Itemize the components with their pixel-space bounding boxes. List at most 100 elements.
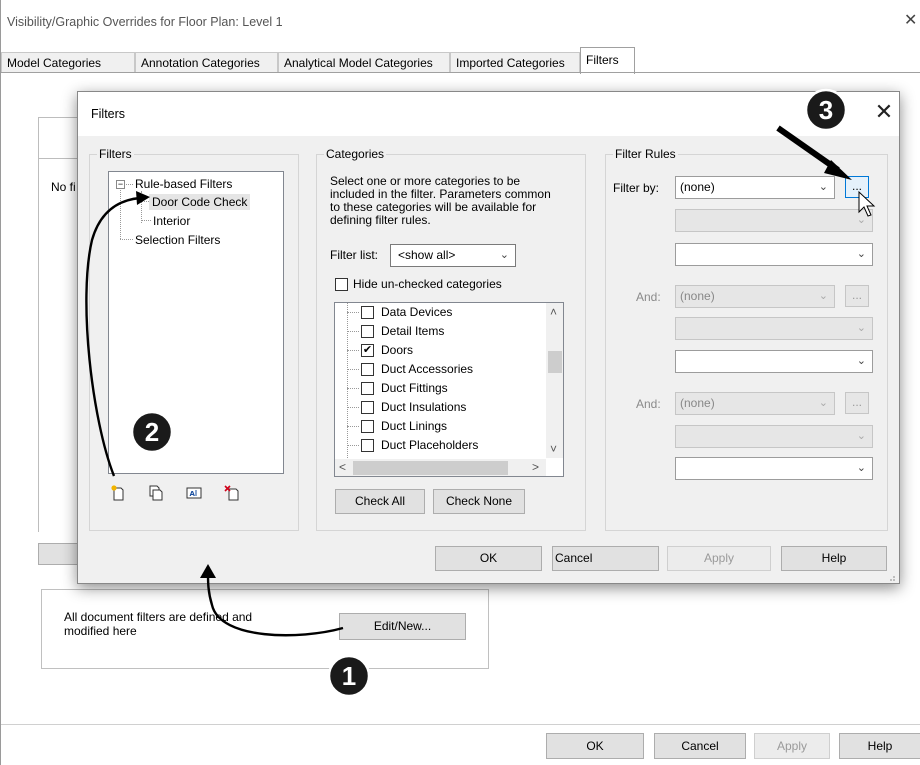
duplicate-filter-icon[interactable]	[148, 485, 164, 501]
and-value-select-1[interactable]: ⌄	[675, 350, 873, 373]
tree-selection-filters[interactable]: Selection Filters	[135, 232, 220, 248]
and-dots-button-1[interactable]: ...	[845, 285, 869, 307]
rename-filter-icon[interactable]: A	[186, 485, 202, 501]
edit-new-button[interactable]: Edit/New...	[339, 613, 466, 640]
tab-analytical-model-categories[interactable]: Analytical Model Categories	[278, 52, 450, 73]
tree-line	[347, 331, 359, 332]
list-item[interactable]: Duct Insulations	[335, 398, 545, 417]
filter-operator-select[interactable]: ⌄	[675, 209, 873, 232]
category-checkbox[interactable]	[361, 325, 374, 338]
tree-line	[120, 190, 121, 239]
filter-by-label: Filter by:	[613, 181, 660, 195]
filter-by-select[interactable]: (none) ⌄	[675, 176, 835, 199]
filter-rules-group-label: Filter Rules	[613, 147, 678, 161]
scroll-down-icon[interactable]: ˅	[550, 442, 557, 456]
check-all-button[interactable]: Check All	[335, 489, 425, 514]
dialog-cancel-button[interactable]: Cancel	[552, 546, 659, 571]
and-label-2: And:	[636, 397, 661, 411]
and-select-2[interactable]: (none) ⌄	[675, 392, 835, 415]
and-select-1[interactable]: (none) ⌄	[675, 285, 835, 308]
tab-filters[interactable]: Filters	[580, 47, 635, 74]
document-filters-description: All document filters are defined and mod…	[64, 610, 253, 638]
category-label: Duct Placeholders	[381, 438, 479, 452]
delete-filter-icon[interactable]	[224, 485, 240, 501]
category-tabs: Model Categories Annotation Categories A…	[1, 47, 920, 74]
tree-line	[347, 426, 359, 427]
outer-cancel-button[interactable]: Cancel	[654, 733, 746, 759]
dialog-help-button[interactable]: Help	[781, 546, 887, 571]
tab-imported-categories[interactable]: Imported Categories	[450, 52, 580, 73]
category-checkbox[interactable]	[361, 420, 374, 433]
filter-list-select[interactable]: <show all> ⌄	[390, 244, 516, 267]
filters-group-label: Filters	[97, 147, 134, 161]
svg-text:2: 2	[145, 417, 159, 447]
list-item[interactable]: ✔ Doors	[335, 341, 545, 360]
tree-item-interior[interactable]: Interior	[153, 213, 190, 229]
list-item[interactable]: Data Devices	[335, 303, 545, 322]
vertical-scrollbar[interactable]: ˄ ˅	[546, 303, 563, 458]
outer-help-button[interactable]: Help	[839, 733, 920, 759]
outer-apply-button[interactable]: Apply	[754, 733, 830, 759]
tab-annotation-categories[interactable]: Annotation Categories	[135, 52, 278, 73]
category-checkbox[interactable]	[361, 306, 374, 319]
chevron-down-icon: ⌄	[856, 214, 866, 226]
and-value-2: (none)	[680, 396, 715, 410]
chevron-down-icon: ⌄	[856, 462, 866, 474]
filter-list-label: Filter list:	[330, 248, 378, 262]
list-item[interactable]: Duct Accessories	[335, 360, 545, 379]
scroll-thumb[interactable]	[548, 351, 562, 373]
and-operator-select-1[interactable]: ⌄	[675, 317, 873, 340]
category-checkbox[interactable]	[361, 382, 374, 395]
check-none-button[interactable]: Check None	[433, 489, 525, 514]
category-checkbox[interactable]	[361, 363, 374, 376]
filter-by-dots-button[interactable]: ...	[845, 176, 869, 198]
categories-list[interactable]: Data Devices Detail Items ✔ Doors Duct A…	[334, 302, 564, 477]
dialog-apply-button[interactable]: Apply	[667, 546, 771, 571]
resize-grip-icon[interactable]	[886, 572, 896, 582]
category-label: Doors	[381, 343, 414, 357]
no-filters-text: No fi	[51, 180, 76, 194]
list-item[interactable]: Duct Fittings	[335, 379, 545, 398]
tree-line	[120, 239, 133, 240]
categories-group-label: Categories	[324, 147, 387, 161]
outer-ok-button[interactable]: OK	[546, 733, 644, 759]
list-item[interactable]: Duct Linings	[335, 417, 545, 436]
and-operator-select-2[interactable]: ⌄	[675, 425, 873, 448]
tree-line	[141, 220, 151, 221]
filter-value-select[interactable]: ⌄	[675, 243, 873, 266]
filters-table-border	[38, 117, 39, 532]
chevron-down-icon: ⌄	[856, 355, 866, 367]
category-checkbox[interactable]	[361, 401, 374, 414]
tab-divider	[1, 72, 920, 73]
horizontal-scrollbar[interactable]: < >	[335, 459, 546, 476]
and-dots-button-2[interactable]: ...	[845, 392, 869, 414]
scroll-right-icon[interactable]: >	[532, 460, 539, 474]
category-label: Detail Items	[381, 324, 445, 338]
scroll-left-icon[interactable]: <	[339, 460, 346, 474]
tree-rule-based-filters[interactable]: Rule-based Filters	[135, 176, 232, 192]
scroll-up-icon[interactable]: ˄	[550, 305, 557, 319]
list-item[interactable]: Duct Placeholders	[335, 436, 545, 455]
svg-text:A: A	[190, 490, 196, 498]
category-checkbox[interactable]: ✔	[361, 344, 374, 357]
collapse-icon[interactable]: −	[116, 180, 125, 189]
window-close-icon[interactable]: ✕	[904, 10, 920, 30]
tab-model-categories[interactable]: Model Categories	[1, 52, 135, 73]
step-badge-1: 1	[327, 654, 371, 698]
tree-line	[347, 312, 359, 313]
category-label: Duct Insulations	[381, 400, 467, 414]
dialog-close-icon[interactable]: ✕	[873, 100, 895, 124]
and-value-select-2[interactable]: ⌄	[675, 457, 873, 480]
tree-item-door-code-check[interactable]: Door Code Check	[149, 194, 251, 210]
list-item[interactable]: Detail Items	[335, 322, 545, 341]
hide-unchecked-checkbox[interactable]	[335, 278, 348, 291]
dialog-ok-button[interactable]: OK	[435, 546, 542, 571]
category-checkbox[interactable]	[361, 439, 374, 452]
scroll-thumb[interactable]	[353, 461, 508, 475]
new-filter-icon[interactable]	[110, 485, 126, 501]
categories-description: Select one or more categories to be incl…	[330, 174, 551, 227]
dialog-titlebar: Filters ✕	[78, 92, 899, 136]
chevron-down-icon: ⌄	[818, 397, 828, 409]
category-label: Duct Linings	[381, 419, 448, 433]
tree-line	[126, 184, 133, 185]
